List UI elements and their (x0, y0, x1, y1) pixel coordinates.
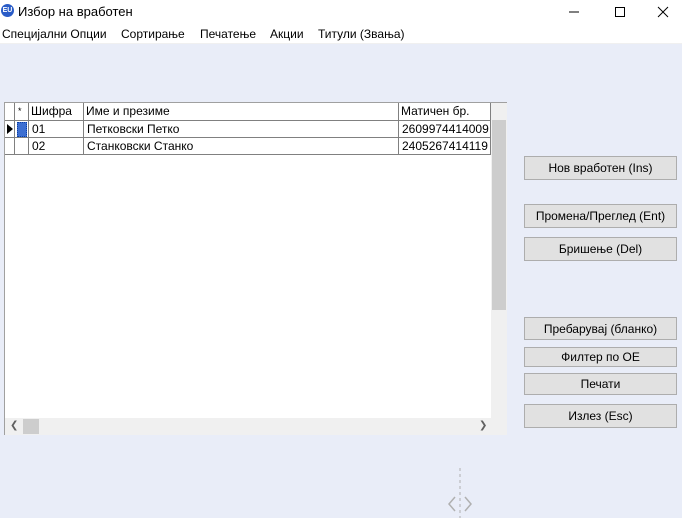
window-title: Избор на вработен (18, 4, 133, 19)
app-logo-icon: EU (1, 4, 14, 17)
minimize-button[interactable] (551, 0, 597, 24)
cell-name[interactable]: Станковски Станко (84, 138, 399, 154)
horizontal-scroll-thumb[interactable] (23, 419, 39, 434)
cell-code[interactable]: 02 (29, 138, 84, 154)
exit-label: Излез (Esc) (568, 409, 633, 423)
new-employee-label: Нов вработен (Ins) (548, 161, 653, 175)
menu-printing[interactable]: Печатење (200, 27, 256, 41)
menu-sorting[interactable]: Сортирање (121, 27, 185, 41)
menu-special-options[interactable]: Специјални Опции (2, 27, 107, 41)
minimize-icon (569, 11, 579, 13)
delete-button[interactable]: Бришење (Del) (524, 237, 677, 261)
menu-titles[interactable]: Титули (Звања) (318, 27, 405, 41)
maximize-icon (615, 7, 625, 17)
menu-actions[interactable]: Акции (270, 27, 304, 41)
title-bar: EU Избор на вработен (0, 0, 682, 24)
scroll-right-icon[interactable]: ❯ (479, 420, 487, 431)
table-row[interactable]: 01 Петковски Петко 2609974414009 (5, 121, 491, 138)
search-blank-button[interactable]: Пребарувај (бланко) (524, 317, 677, 340)
row-selector[interactable] (15, 121, 29, 137)
edit-view-button[interactable]: Промена/Преглед (Ent) (524, 204, 677, 228)
cell-code[interactable]: 01 (29, 121, 84, 137)
row-indicator (5, 138, 15, 154)
table-row[interactable]: 02 Станковски Станко 2405267414119 (5, 138, 491, 155)
header-id-number[interactable]: Матичен бр. (399, 103, 491, 120)
cell-id-number[interactable]: 2609974414009 (399, 121, 491, 137)
edit-view-label: Промена/Преглед (Ent) (535, 209, 666, 223)
splitter-handle-icon[interactable] (445, 468, 479, 518)
vertical-scrollbar[interactable] (491, 103, 507, 418)
print-label: Печати (580, 377, 621, 391)
filter-by-unit-button[interactable]: Филтер по ОЕ (524, 347, 677, 367)
current-row-indicator-icon (5, 121, 15, 137)
close-button[interactable] (643, 0, 682, 24)
cell-id-number[interactable]: 2405267414119 (399, 138, 491, 154)
horizontal-scrollbar[interactable]: ❮ ❯ (5, 418, 491, 435)
delete-label: Бришење (Del) (558, 242, 643, 256)
header-name[interactable]: Име и презиме (84, 103, 399, 120)
print-button[interactable]: Печати (524, 373, 677, 395)
header-marker: * (15, 103, 29, 120)
filter-by-unit-label: Филтер по ОЕ (561, 350, 640, 364)
new-employee-button[interactable]: Нов вработен (Ins) (524, 156, 677, 180)
employee-grid[interactable]: * Шифра Име и презиме Матичен бр. 01 Пет… (4, 102, 507, 518)
scroll-corner (491, 418, 507, 435)
grid-header: * Шифра Име и презиме Матичен бр. (5, 103, 491, 121)
close-icon (657, 6, 668, 18)
exit-button[interactable]: Излез (Esc) (524, 404, 677, 428)
cell-name[interactable]: Петковски Петко (84, 121, 399, 137)
scroll-left-icon[interactable]: ❮ (10, 420, 18, 431)
maximize-button[interactable] (597, 0, 643, 24)
header-code[interactable]: Шифра (29, 103, 84, 120)
menu-bar: Специјални Опции Сортирање Печатење Акци… (0, 24, 682, 44)
row-selector[interactable] (15, 138, 29, 154)
header-indicator-cell (5, 103, 15, 120)
search-blank-label: Пребарувај (бланко) (543, 321, 658, 336)
vertical-scroll-thumb[interactable] (492, 120, 506, 310)
